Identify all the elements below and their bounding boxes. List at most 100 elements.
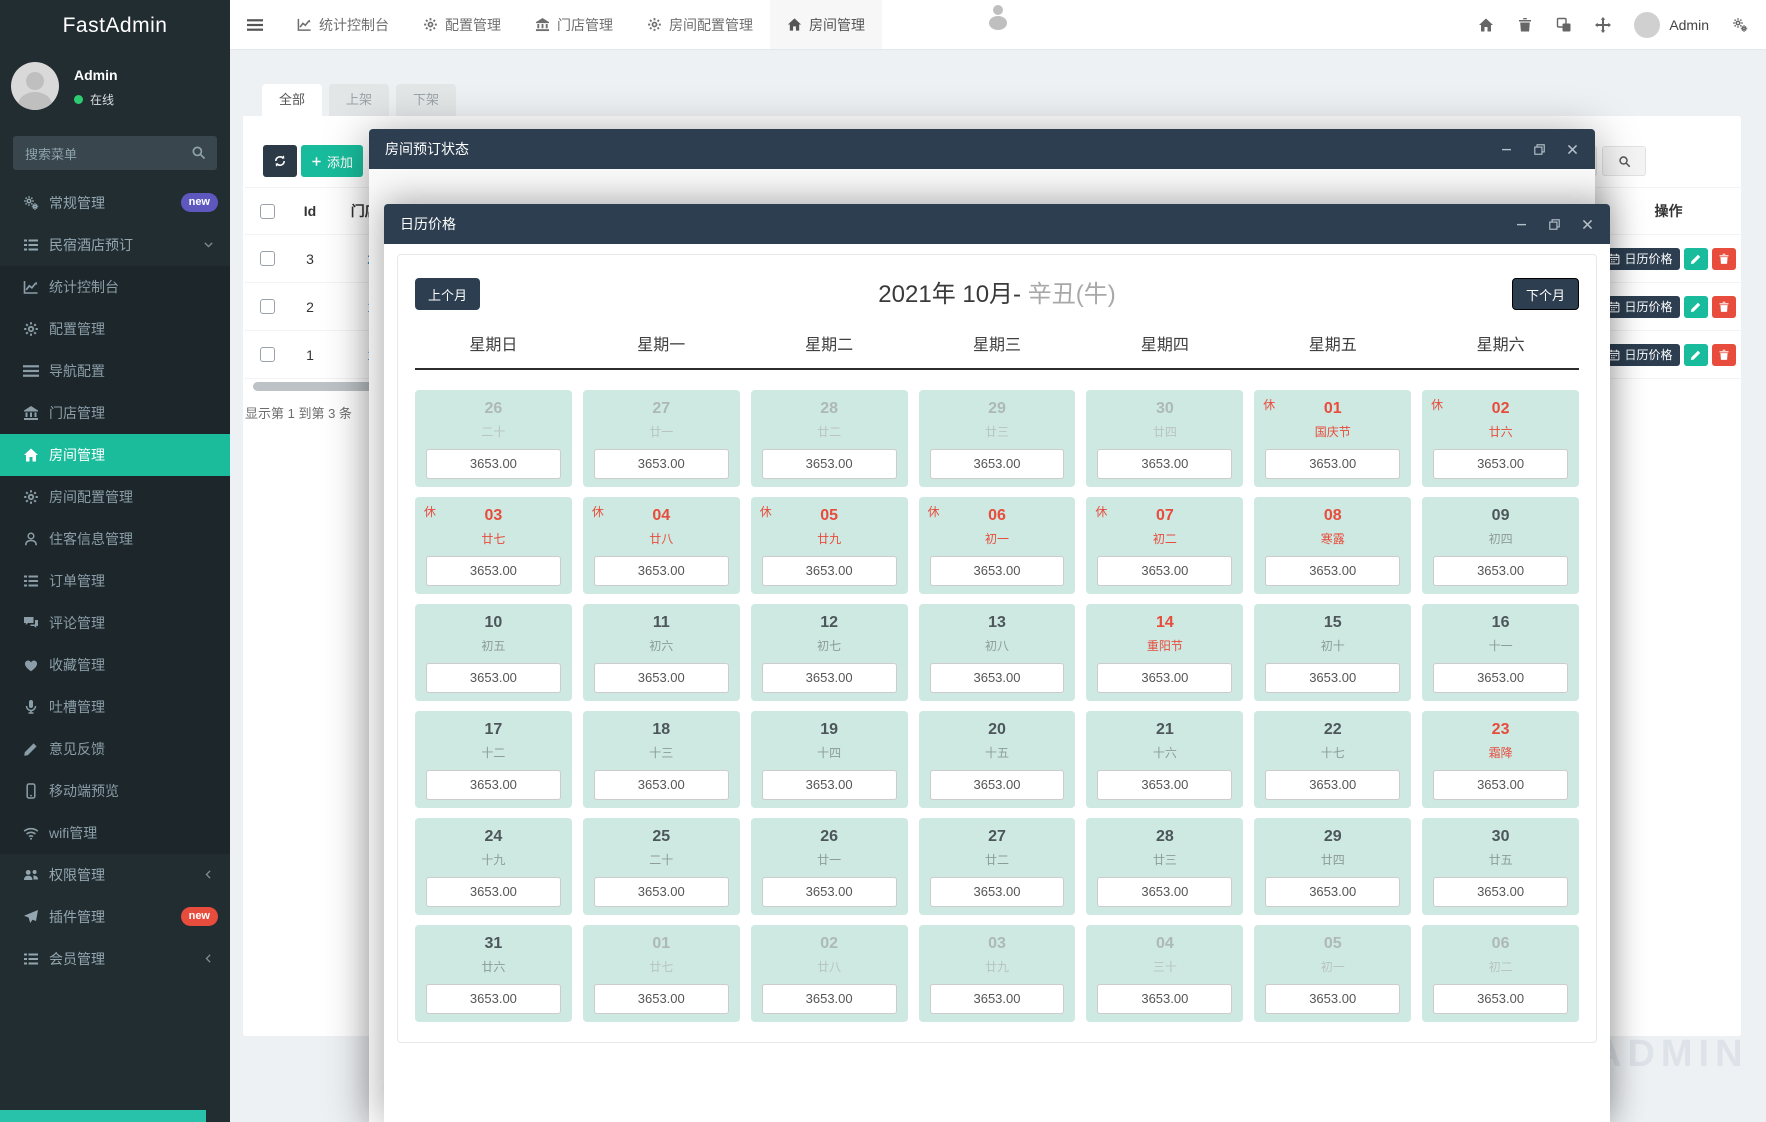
price-input[interactable]: 3653.00 — [762, 877, 897, 907]
price-input[interactable]: 3653.00 — [1097, 663, 1232, 693]
price-input[interactable]: 3653.00 — [594, 984, 729, 1014]
calendar-cell-05[interactable]: 休05廿九3653.00 — [751, 497, 908, 594]
price-input[interactable]: 3653.00 — [1097, 877, 1232, 907]
row-checkbox[interactable] — [260, 251, 275, 266]
price-input[interactable]: 3653.00 — [1433, 877, 1568, 907]
price-input[interactable]: 3653.00 — [426, 877, 561, 907]
calendar-cell-01[interactable]: 01廿七3653.00 — [583, 925, 740, 1022]
maximize-icon[interactable] — [1533, 143, 1546, 156]
sidebar-item-住客信息管理[interactable]: 住客信息管理 — [0, 518, 230, 560]
sidebar-item-会员管理[interactable]: 会员管理 — [0, 938, 230, 980]
calendar-cell-22[interactable]: 22十七3653.00 — [1254, 711, 1411, 808]
calendar-cell-06[interactable]: 休06初一3653.00 — [919, 497, 1076, 594]
price-input[interactable]: 3653.00 — [594, 663, 729, 693]
prev-month-button[interactable]: 上个月 — [415, 278, 480, 310]
price-input[interactable]: 3653.00 — [1433, 556, 1568, 586]
edit-button[interactable] — [1684, 248, 1708, 270]
calendar-cell-16[interactable]: 16十一3653.00 — [1422, 604, 1579, 701]
price-input[interactable]: 3653.00 — [426, 556, 561, 586]
topnav-tab-统计控制台[interactable]: 统计控制台 — [280, 0, 406, 49]
calendar-cell-04[interactable]: 04三十3653.00 — [1086, 925, 1243, 1022]
calendar-cell-15[interactable]: 15初十3653.00 — [1254, 604, 1411, 701]
calendar-price-button[interactable]: 日历价格 — [1601, 344, 1679, 366]
calendar-cell-05[interactable]: 05初一3653.00 — [1254, 925, 1411, 1022]
price-input[interactable]: 3653.00 — [1433, 663, 1568, 693]
calendar-cell-02[interactable]: 休02廿六3653.00 — [1422, 390, 1579, 487]
calendar-cell-04[interactable]: 休04廿八3653.00 — [583, 497, 740, 594]
calendar-cell-26[interactable]: 26廿一3653.00 — [751, 818, 908, 915]
sidebar-item-配置管理[interactable]: 配置管理 — [0, 308, 230, 350]
calendar-cell-14[interactable]: 14重阳节3653.00 — [1086, 604, 1243, 701]
calendar-cell-28[interactable]: 28廿三3653.00 — [1086, 818, 1243, 915]
select-all-checkbox[interactable] — [260, 204, 275, 219]
price-input[interactable]: 3653.00 — [1433, 449, 1568, 479]
calendar-cell-11[interactable]: 11初六3653.00 — [583, 604, 740, 701]
price-input[interactable]: 3653.00 — [1433, 770, 1568, 800]
calendar-cell-02[interactable]: 02廿八3653.00 — [751, 925, 908, 1022]
calendar-cell-27[interactable]: 27廿一3653.00 — [583, 390, 740, 487]
minimized-window-bar[interactable] — [0, 1110, 206, 1122]
calendar-cell-03[interactable]: 03廿九3653.00 — [919, 925, 1076, 1022]
calendar-cell-30[interactable]: 30廿五3653.00 — [1422, 818, 1579, 915]
table-search-button[interactable] — [1602, 146, 1646, 176]
sidebar-item-插件管理[interactable]: 插件管理new — [0, 896, 230, 938]
sidebar-toggle-button[interactable] — [230, 0, 280, 49]
price-input[interactable]: 3653.00 — [594, 449, 729, 479]
calendar-cell-29[interactable]: 29廿三3653.00 — [919, 390, 1076, 487]
topnav-tab-房间配置管理[interactable]: 房间配置管理 — [630, 0, 770, 49]
sidebar-item-门店管理[interactable]: 门店管理 — [0, 392, 230, 434]
edit-button[interactable] — [1684, 296, 1708, 318]
price-input[interactable]: 3653.00 — [426, 663, 561, 693]
price-input[interactable]: 3653.00 — [762, 770, 897, 800]
sidebar-item-权限管理[interactable]: 权限管理 — [0, 854, 230, 896]
fullscreen-icon[interactable] — [1595, 17, 1611, 33]
minimize-icon[interactable] — [1515, 218, 1528, 231]
price-input[interactable]: 3653.00 — [1265, 770, 1400, 800]
calendar-cell-27[interactable]: 27廿二3653.00 — [919, 818, 1076, 915]
sidebar-item-导航配置[interactable]: 导航配置 — [0, 350, 230, 392]
close-icon[interactable] — [1581, 218, 1594, 231]
sidebar-search-input[interactable]: 搜索菜单 — [13, 136, 217, 170]
sidebar-item-订单管理[interactable]: 订单管理 — [0, 560, 230, 602]
calendar-cell-06[interactable]: 06初二3653.00 — [1422, 925, 1579, 1022]
topbar-user-menu[interactable]: Admin — [1634, 12, 1709, 38]
trash-icon[interactable] — [1517, 17, 1533, 33]
sidebar-item-统计控制台[interactable]: 统计控制台 — [0, 266, 230, 308]
language-icon[interactable] — [1556, 17, 1572, 33]
price-input[interactable]: 3653.00 — [930, 449, 1065, 479]
price-input[interactable]: 3653.00 — [1097, 449, 1232, 479]
price-input[interactable]: 3653.00 — [930, 556, 1065, 586]
calendar-price-button[interactable]: 日历价格 — [1601, 296, 1679, 318]
price-input[interactable]: 3653.00 — [1265, 556, 1400, 586]
edit-button[interactable] — [1684, 344, 1708, 366]
price-input[interactable]: 3653.00 — [1097, 984, 1232, 1014]
calendar-cell-31[interactable]: 31廿六3653.00 — [415, 925, 572, 1022]
sidebar-item-评论管理[interactable]: 评论管理 — [0, 602, 230, 644]
calendar-cell-26[interactable]: 26二十3653.00 — [415, 390, 572, 487]
calendar-cell-09[interactable]: 09初四3653.00 — [1422, 497, 1579, 594]
calendar-cell-01[interactable]: 休01国庆节3653.00 — [1254, 390, 1411, 487]
tab-下架[interactable]: 下架 — [396, 84, 456, 116]
price-input[interactable]: 3653.00 — [762, 556, 897, 586]
sidebar-item-民宿酒店预订[interactable]: 民宿酒店预订 — [0, 224, 230, 266]
calendar-cell-21[interactable]: 21十六3653.00 — [1086, 711, 1243, 808]
price-input[interactable]: 3653.00 — [930, 663, 1065, 693]
calendar-cell-24[interactable]: 24十九3653.00 — [415, 818, 572, 915]
outer-modal-header[interactable]: 房间预订状态 — [369, 129, 1595, 169]
row-checkbox[interactable] — [260, 347, 275, 362]
settings-gears-icon[interactable] — [1732, 17, 1748, 33]
sidebar-item-收藏管理[interactable]: 收藏管理 — [0, 644, 230, 686]
calendar-cell-17[interactable]: 17十二3653.00 — [415, 711, 572, 808]
home-icon[interactable] — [1478, 17, 1494, 33]
calendar-cell-20[interactable]: 20十五3653.00 — [919, 711, 1076, 808]
price-input[interactable]: 3653.00 — [1097, 556, 1232, 586]
price-input[interactable]: 3653.00 — [762, 663, 897, 693]
calendar-price-button[interactable]: 日历价格 — [1601, 248, 1679, 270]
calendar-cell-03[interactable]: 休03廿七3653.00 — [415, 497, 572, 594]
topnav-tab-门店管理[interactable]: 门店管理 — [518, 0, 630, 49]
sidebar-item-吐槽管理[interactable]: 吐槽管理 — [0, 686, 230, 728]
maximize-icon[interactable] — [1548, 218, 1561, 231]
sidebar-item-移动端预览[interactable]: 移动端预览 — [0, 770, 230, 812]
sidebar-item-wifi管理[interactable]: wifi管理 — [0, 812, 230, 854]
price-input[interactable]: 3653.00 — [1265, 663, 1400, 693]
